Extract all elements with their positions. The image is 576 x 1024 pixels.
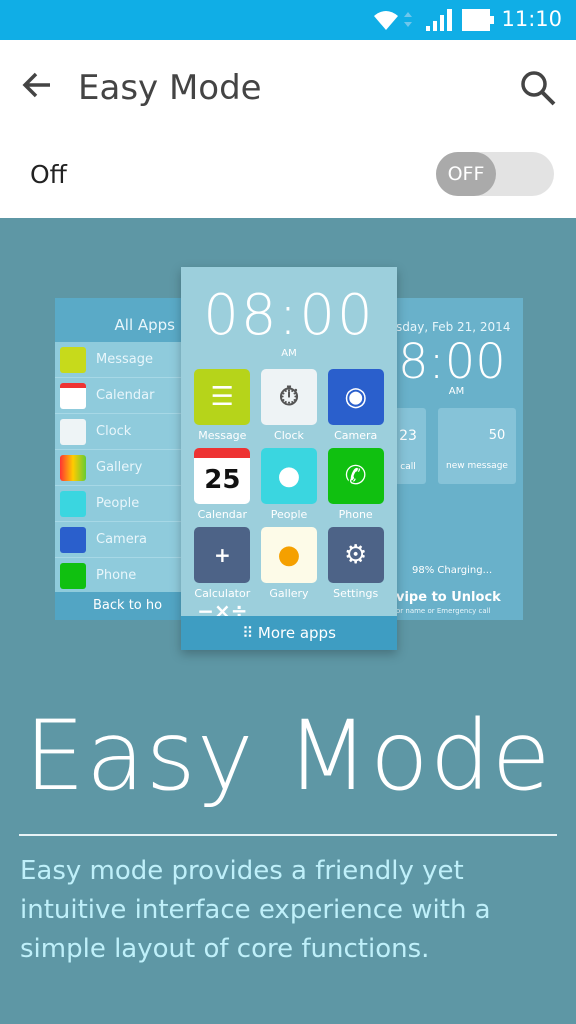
app-settings: ⚙ Settings xyxy=(322,527,389,600)
unlock-hint: or name or Emergency call xyxy=(396,607,491,615)
list-item: Message xyxy=(55,342,185,378)
app-bar: Easy Mode Off OFF xyxy=(0,40,576,218)
back-button[interactable] xyxy=(20,68,54,111)
list-item: Clock xyxy=(55,414,185,450)
app-grid: ☰ Message ⏱ Clock ◉ Camera 25 Calendar ● Peop… xyxy=(189,369,389,623)
lock-date: sday, Feb 21, 2014 xyxy=(396,320,511,334)
home-time: 08:00 xyxy=(203,283,375,348)
clock-icon: ⏱ xyxy=(260,369,317,425)
hero-description: Easy mode provides a friendly yet intuit… xyxy=(20,856,491,964)
search-icon xyxy=(521,71,556,106)
balloon-icon: ● xyxy=(260,527,317,583)
message-icon: ☰ xyxy=(194,369,251,425)
person-icon: ● xyxy=(260,448,317,504)
arrow-left-icon xyxy=(22,72,50,98)
app-clock: ⏱ Clock xyxy=(256,369,323,442)
app-people: ● People xyxy=(256,448,323,521)
grid-icon: ⠿ xyxy=(242,624,258,642)
list-item: Phone xyxy=(55,558,185,594)
preview-all-apps-screen: All Apps Message Calendar Clock Gallery … xyxy=(55,298,185,620)
camera-icon: ◉ xyxy=(327,369,384,425)
app-message: ☰ Message xyxy=(189,369,256,442)
list-item: Camera xyxy=(55,522,185,558)
preview-easy-home-screen: 08:00 AM ☰ Message ⏱ Clock ◉ Camera 25 Calen… xyxy=(181,267,397,650)
more-apps-bar: ⠿ More apps xyxy=(181,616,397,650)
hero-title: Easy Mode xyxy=(24,700,552,812)
app-calendar: 25 Calendar xyxy=(189,448,256,521)
page-title: Easy Mode xyxy=(78,68,262,108)
search-button[interactable] xyxy=(518,68,558,112)
app-calculator: +−×÷ Calculator xyxy=(189,527,256,623)
back-to-home-label: Back to ho xyxy=(55,592,185,620)
wifi-icon xyxy=(374,11,412,30)
phone-icon: ✆ xyxy=(327,448,384,504)
all-apps-header: All Apps xyxy=(55,298,185,342)
app-gallery: ● Gallery xyxy=(256,527,323,600)
unlock-label: vipe to Unlock xyxy=(396,590,501,605)
toggle-knob: OFF xyxy=(436,152,496,196)
easy-mode-toggle[interactable]: OFF xyxy=(436,152,554,196)
app-camera: ◉ Camera xyxy=(322,369,389,442)
new-message-tile: 50 new message xyxy=(438,408,516,484)
signal-icon xyxy=(426,9,452,31)
app-phone: ✆ Phone xyxy=(322,448,389,521)
list-item: Gallery xyxy=(55,450,185,486)
battery-icon xyxy=(462,9,494,31)
divider xyxy=(19,834,557,836)
status-bar: 11:10 xyxy=(0,0,576,40)
easy-mode-status-label: Off xyxy=(30,160,67,189)
calculator-icon: +−×÷ xyxy=(194,527,251,623)
gear-icon: ⚙ xyxy=(327,527,384,583)
clock-time: 11:10 xyxy=(501,7,562,31)
lock-time: 8:00 xyxy=(398,334,506,390)
list-item: Calendar xyxy=(55,378,185,414)
list-item: People xyxy=(55,486,185,522)
preview-lock-screen: sday, Feb 21, 2014 8:00 AM 23 call 50 ne… xyxy=(390,298,523,620)
charging-status: 98% Charging... xyxy=(412,565,493,576)
calendar-icon: 25 xyxy=(194,448,251,504)
home-ampm: AM xyxy=(281,348,297,359)
